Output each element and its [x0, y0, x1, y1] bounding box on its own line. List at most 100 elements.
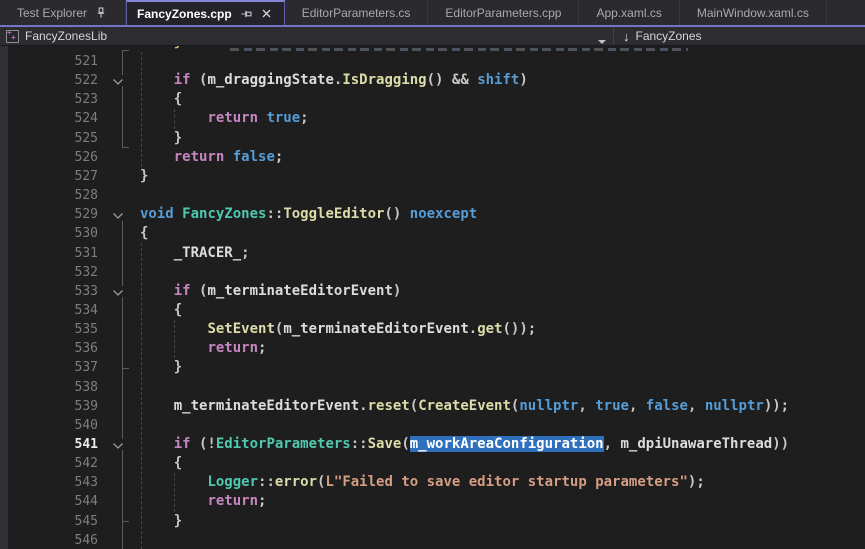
- code-line[interactable]: 532: [0, 263, 865, 282]
- line-number: 542: [0, 454, 98, 473]
- tab-mainwindow-xaml-cs[interactable]: MainWindow.xaml.cs: [680, 0, 827, 25]
- code-token: true: [266, 110, 300, 126]
- code-token: ::: [351, 436, 368, 452]
- line-number: 529: [0, 205, 98, 224]
- code-token: [140, 436, 174, 452]
- code-line[interactable]: 522 if (m_draggingState.IsDragging() && …: [0, 71, 865, 90]
- code-line[interactable]: 530{: [0, 224, 865, 243]
- code-line[interactable]: 529void FancyZones::ToggleEditor() noexc…: [0, 205, 865, 224]
- code-token: nullptr: [705, 398, 764, 414]
- code-line[interactable]: 531 _TRACER_;: [0, 244, 865, 263]
- tab-label: EditorParameters.cpp: [445, 6, 561, 20]
- code-token: ;: [241, 245, 249, 261]
- code-token: ToggleEditor: [283, 206, 384, 222]
- tab-test-explorer[interactable]: Test Explorer: [0, 0, 126, 25]
- code-line[interactable]: 526 return false;: [0, 148, 865, 167]
- pin-icon[interactable]: [239, 7, 253, 21]
- code-text: {: [140, 90, 182, 109]
- code-token: [140, 340, 207, 356]
- code-token: [140, 283, 174, 299]
- code-token: }: [140, 359, 182, 375]
- code-line[interactable]: 525 }: [0, 129, 865, 148]
- tab-app-xaml-cs[interactable]: App.xaml.cs: [579, 0, 679, 25]
- code-token: .: [359, 398, 367, 414]
- fold-chevron-icon[interactable]: [112, 77, 128, 87]
- code-line[interactable]: 521: [0, 52, 865, 71]
- code-token: ;: [300, 110, 308, 126]
- project-dropdown[interactable]: ++ FancyZonesLib: [0, 27, 613, 45]
- pin-icon[interactable]: [94, 6, 108, 20]
- code-token: ::: [258, 474, 275, 490]
- tab-editorparameters-cs[interactable]: EditorParameters.cs: [285, 0, 429, 25]
- code-line[interactable]: 540: [0, 416, 865, 435]
- code-text: }: [140, 358, 182, 377]
- code-token: return: [207, 340, 258, 356]
- close-icon[interactable]: [260, 7, 274, 21]
- code-line[interactable]: 542 {: [0, 454, 865, 473]
- fold-chevron-icon[interactable]: [112, 211, 128, 221]
- line-number: 546: [0, 531, 98, 549]
- code-token: (: [191, 72, 208, 88]
- code-line[interactable]: 523 {: [0, 90, 865, 109]
- tab-label: FancyZones.cpp: [137, 7, 232, 21]
- code-token: m_dpiUnawareThread: [620, 436, 772, 452]
- code-editor[interactable]: 520 }521522 if (m_draggingState.IsDraggi…: [0, 46, 865, 549]
- code-line[interactable]: 535 SetEvent(m_terminateEditorEvent.get(…: [0, 320, 865, 339]
- code-line[interactable]: 543 Logger::error(L"Failed to save edito…: [0, 473, 865, 492]
- code-text: if (m_terminateEditorEvent): [140, 282, 401, 301]
- code-token: {: [140, 225, 148, 241]
- scope-dropdown[interactable]: ↓ FancyZones: [614, 27, 702, 45]
- code-token: ,: [604, 436, 621, 452]
- line-number: 526: [0, 148, 98, 167]
- fold-chevron-icon[interactable]: [112, 288, 128, 298]
- code-token: (: [191, 283, 208, 299]
- code-token: [174, 206, 182, 222]
- code-token: SetEvent: [207, 321, 274, 337]
- code-line[interactable]: 544 return;: [0, 492, 865, 511]
- tab-label: Test Explorer: [17, 6, 87, 20]
- code-line[interactable]: 528: [0, 186, 865, 205]
- code-text: {: [140, 301, 182, 320]
- tab-label: MainWindow.xaml.cs: [697, 6, 809, 20]
- code-token: _TRACER_: [174, 245, 241, 261]
- code-token: ));: [764, 398, 789, 414]
- code-text: return true;: [140, 109, 309, 128]
- code-token: }: [140, 46, 182, 50]
- line-number: 544: [0, 492, 98, 511]
- code-token: true: [595, 398, 629, 414]
- code-token: (: [410, 398, 418, 414]
- line-number: 540: [0, 416, 98, 435]
- line-number: 541: [0, 435, 98, 454]
- line-number: 534: [0, 301, 98, 320]
- code-line[interactable]: 539 m_terminateEditorEvent.reset(CreateE…: [0, 397, 865, 416]
- code-line[interactable]: 538: [0, 378, 865, 397]
- project-label: FancyZonesLib: [25, 29, 107, 43]
- code-line[interactable]: 541 if (!EditorParameters::Save(m_workAr…: [0, 435, 865, 454]
- line-number: 522: [0, 71, 98, 90]
- code-token: [224, 149, 232, 165]
- code-line[interactable]: 527}: [0, 167, 865, 186]
- code-token: false: [646, 398, 688, 414]
- code-token: (!: [191, 436, 216, 452]
- code-token: ::: [266, 206, 283, 222]
- fold-chevron-icon[interactable]: [112, 441, 128, 451]
- code-line[interactable]: 537 }: [0, 358, 865, 377]
- line-number: 539: [0, 397, 98, 416]
- code-line[interactable]: 524 return true;: [0, 109, 865, 128]
- line-number: 524: [0, 109, 98, 128]
- line-number: 538: [0, 378, 98, 397]
- code-line[interactable]: 546: [0, 531, 865, 549]
- tab-editorparameters-cpp[interactable]: EditorParameters.cpp: [428, 0, 579, 25]
- code-token: {: [140, 91, 182, 107]
- line-number: 528: [0, 186, 98, 205]
- code-text: }: [140, 512, 182, 531]
- tab-bar: Test Explorer FancyZones.cpp EditorParamet…: [0, 0, 865, 27]
- code-line[interactable]: 534 {: [0, 301, 865, 320]
- code-token: CreateEvent: [418, 398, 511, 414]
- code-line[interactable]: 536 return;: [0, 339, 865, 358]
- code-token: ,: [578, 398, 595, 414]
- code-line[interactable]: 545 }: [0, 512, 865, 531]
- code-line[interactable]: 533 if (m_terminateEditorEvent): [0, 282, 865, 301]
- tab-fancyzones-cpp[interactable]: FancyZones.cpp: [126, 0, 285, 25]
- code-token: reset: [368, 398, 410, 414]
